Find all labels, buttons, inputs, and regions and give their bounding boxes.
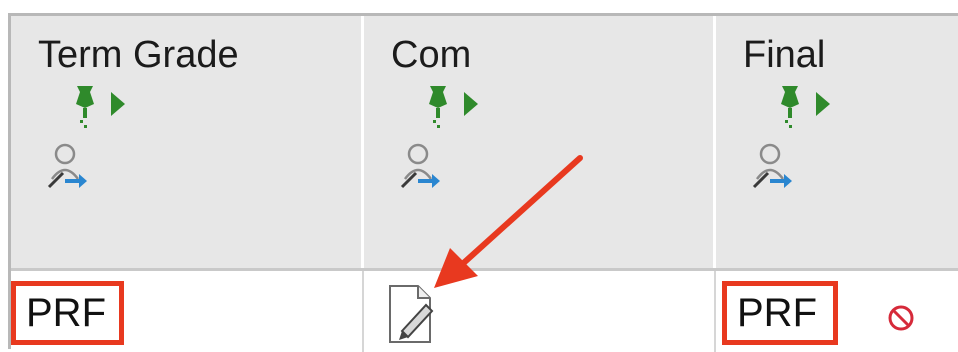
table-cell-final[interactable]: PRF <box>716 271 958 352</box>
no-entry-icon[interactable] <box>886 303 916 333</box>
column-title-final: Final <box>743 34 826 76</box>
pin-icon[interactable] <box>768 82 840 132</box>
person-edit-icon[interactable] <box>41 139 93 191</box>
table-cell-com[interactable] <box>364 271 716 352</box>
document-edit-icon[interactable] <box>386 283 438 345</box>
final-grade-value[interactable]: PRF <box>722 281 838 345</box>
column-header-final[interactable]: Final <box>716 16 958 268</box>
column-title-term-grade: Term Grade <box>38 34 239 76</box>
column-header-term-grade[interactable]: Term Grade <box>11 16 364 268</box>
pin-icon[interactable] <box>416 82 488 132</box>
column-header-com[interactable]: Com <box>364 16 716 268</box>
person-edit-icon[interactable] <box>394 139 446 191</box>
column-title-com: Com <box>391 34 472 76</box>
gradebook-screenshot: Term Grade Com Final PRF PRF <box>0 0 958 352</box>
table-cell-term-grade[interactable]: PRF <box>11 271 364 352</box>
pin-icon[interactable] <box>63 82 135 132</box>
person-edit-icon[interactable] <box>746 139 798 191</box>
term-grade-value[interactable]: PRF <box>11 281 124 345</box>
grade-table: Term Grade Com Final PRF PRF <box>8 13 958 352</box>
